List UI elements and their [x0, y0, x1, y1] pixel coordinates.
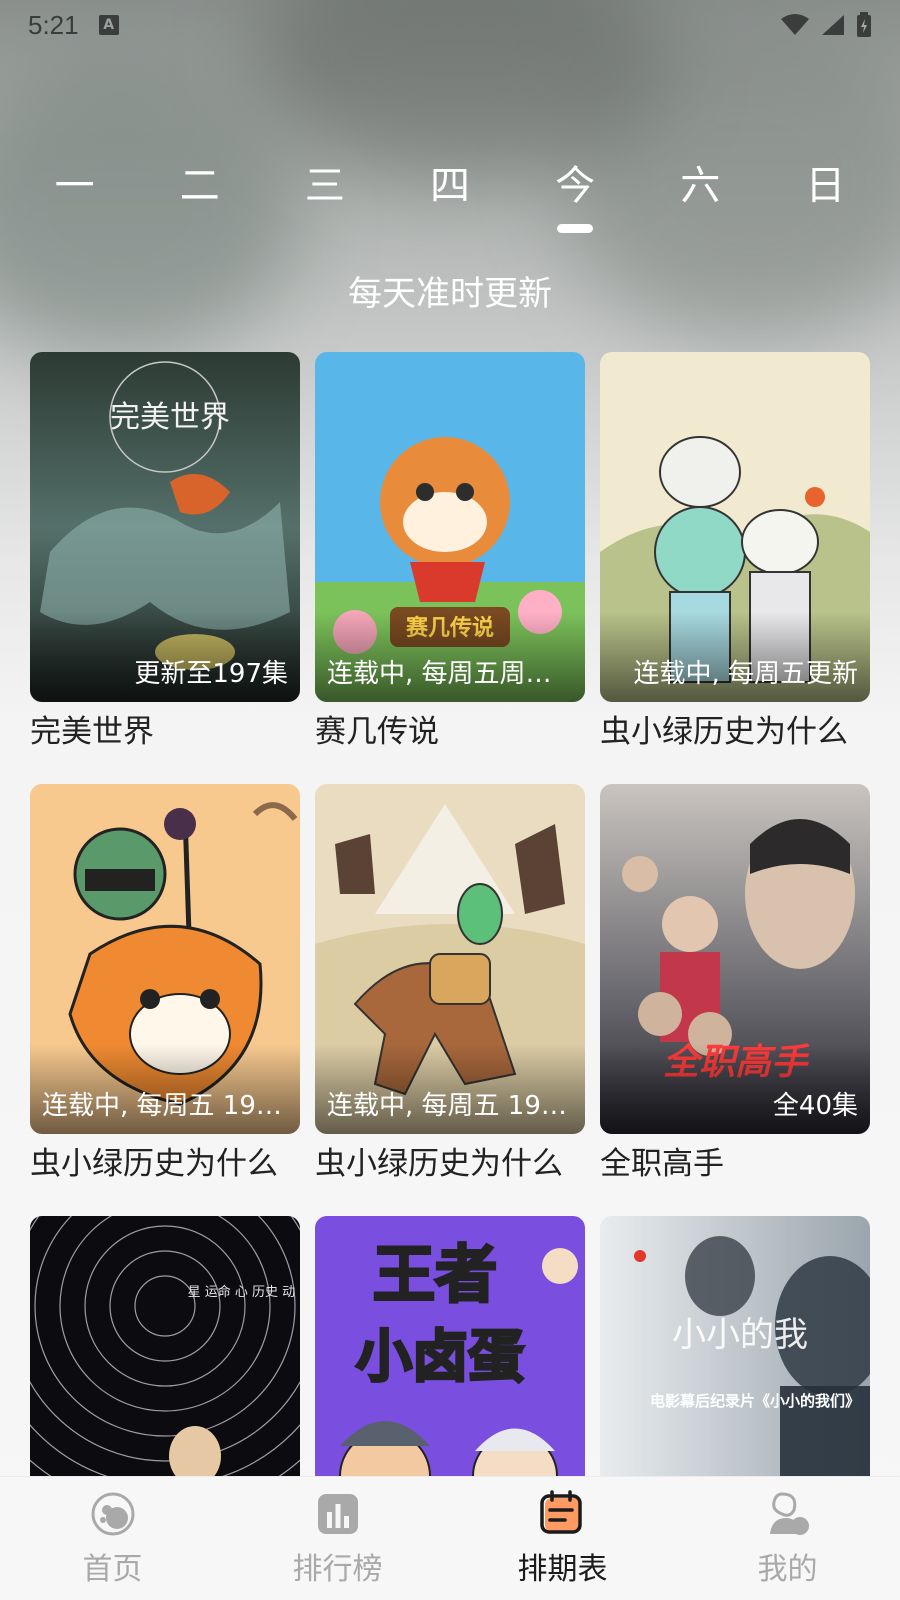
nav-label: 我的 [757, 1551, 818, 1587]
battery-icon [857, 12, 871, 37]
show-grid: 完美世界 更新至197集 完美世界 连载中, 每周五周日 赛几传说 连载中, 每… [30, 352, 870, 1566]
show-title: 全职高手 [600, 1146, 724, 1182]
show-card[interactable]: 完美世界 更新至197集 完美世界 [30, 352, 300, 752]
show-cover: 连载中, 每周五 19:00更新 [30, 784, 300, 1134]
nav-profile[interactable]: 我的 [708, 1490, 868, 1588]
show-cover: 连载中, 每周五 19:00更新 [315, 784, 585, 1134]
signal-icon [822, 15, 844, 35]
tab-wednesday[interactable]: 三 [270, 158, 380, 238]
profile-icon [769, 1491, 809, 1535]
schedule-subtitle: 每天准时更新 [348, 274, 552, 314]
show-card[interactable]: 连载中, 每周五 19:00更新 虫小绿历史为什么 [30, 784, 300, 1184]
nav-label: 排行榜 [292, 1551, 383, 1587]
tab-sunday[interactable]: 日 [770, 158, 880, 238]
cover-title-text: 完美世界 [110, 400, 230, 435]
active-tab-indicator [557, 224, 594, 233]
tab-label: 六 [680, 163, 721, 209]
status-icons [780, 12, 872, 38]
screen: 5:21 A 一 二 三 四 今 六 日 每天准时更新 完美世界 更新至197集… [0, 0, 900, 1600]
nav-ranking[interactable]: 排行榜 [258, 1490, 418, 1588]
chart-icon [317, 1493, 358, 1534]
notification-a-icon: A [98, 15, 119, 35]
svg-text:小卤蛋: 小卤蛋 [356, 1325, 524, 1390]
tab-label: 四 [429, 163, 470, 209]
show-title: 虫小绿历史为什么 [30, 1146, 278, 1182]
tab-label: 一 [54, 163, 95, 209]
calendar-icon [539, 1489, 582, 1534]
show-card[interactable]: 全职高手 全40集 全职高手 [600, 784, 870, 1184]
tab-label: 今 [555, 163, 596, 209]
tab-saturday[interactable]: 六 [645, 158, 755, 238]
show-card[interactable]: 连载中, 每周五更新 虫小绿历史为什么 [600, 352, 870, 752]
tab-today[interactable]: 今 [520, 158, 630, 238]
show-cover: 全职高手 全40集 [600, 784, 870, 1134]
show-cover: 连载中, 每周五更新 [600, 352, 870, 702]
show-card[interactable]: 赛几传说 连载中, 每周五周日更新 赛几传说 [315, 352, 585, 752]
tab-tuesday[interactable]: 二 [145, 158, 255, 238]
cover-title-text: 电影幕后纪录片《小小的我们》 [650, 1392, 860, 1410]
episode-badge: 连载中, 每周五 19:00更新 [42, 1091, 288, 1121]
tab-monday[interactable]: 一 [20, 158, 130, 238]
tab-label: 二 [179, 163, 220, 209]
tab-thursday[interactable]: 四 [395, 158, 505, 238]
nav-label: 首页 [82, 1551, 143, 1587]
tab-label: 三 [304, 163, 345, 209]
show-title: 虫小绿历史为什么 [600, 714, 848, 750]
status-bar: 5:21 A [0, 0, 900, 50]
show-card[interactable]: 连载中, 每周五 19:00更新 虫小绿历史为什么 [315, 784, 585, 1184]
cover-title-text: 星 运命 心 历史 动 世 [188, 1284, 300, 1300]
cover-title-text: 王者 [373, 1238, 497, 1311]
home-icon [91, 1492, 134, 1535]
bottom-navigation: 首页 排行榜 排期表 我的 [0, 1476, 900, 1600]
show-cover: 完美世界 更新至197集 [30, 352, 300, 702]
episode-badge: 更新至197集 [134, 659, 288, 689]
show-cover: 赛几传说 连载中, 每周五周日更新 [315, 352, 585, 702]
wifi-icon [781, 14, 809, 35]
svg-text:小小的我: 小小的我 [672, 1315, 808, 1355]
nav-schedule[interactable]: 排期表 [483, 1489, 643, 1588]
episode-badge: 连载中, 每周五周日更新 [327, 659, 573, 689]
weekday-tabs: 一 二 三 四 今 六 日 [0, 158, 900, 238]
nav-label: 排期表 [517, 1551, 608, 1587]
show-title: 完美世界 [30, 714, 154, 750]
tab-label: 日 [805, 163, 846, 209]
show-title: 虫小绿历史为什么 [315, 1146, 563, 1182]
nav-home[interactable]: 首页 [33, 1490, 193, 1588]
show-title: 赛几传说 [315, 714, 439, 750]
episode-badge: 连载中, 每周五 19:00更新 [327, 1091, 573, 1121]
status-time: 5:21 [28, 9, 79, 40]
episode-badge: 连载中, 每周五更新 [633, 659, 858, 689]
episode-badge: 全40集 [772, 1091, 858, 1121]
